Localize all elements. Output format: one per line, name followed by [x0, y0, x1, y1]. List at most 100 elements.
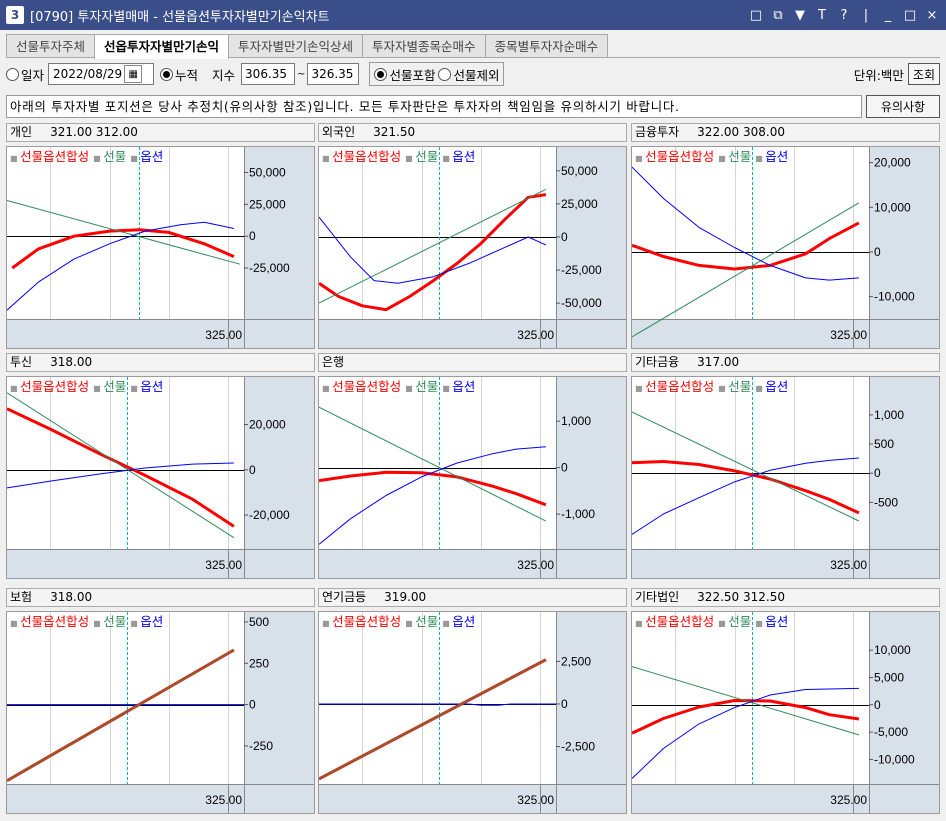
tab-futures-investor[interactable]: 선물투자주체: [6, 34, 96, 58]
legend-futures: 선물: [415, 379, 442, 394]
y-tick-label: 5,000: [874, 671, 904, 685]
notice-text: 아래의 투자자별 포지션은 당사 추정치(유의사항 참조)입니다. 모든 투자판…: [6, 95, 862, 118]
y-axis-area: [869, 612, 939, 813]
series-overlap: [7, 648, 235, 782]
maximize-icon[interactable]: □: [902, 8, 918, 23]
y-tick-label: -25,000: [249, 261, 290, 275]
y-tick-label: 0: [874, 698, 881, 712]
y-tick-label: 0: [561, 230, 568, 244]
series-options: [319, 446, 546, 545]
expiry-pnl-chart: 1,000 0 -1,000 325.00 ■ 선물옵션합성 ■ 선물 ■ 옵션: [319, 377, 626, 578]
header-value: 312.00: [95, 125, 138, 139]
include-futures-radio[interactable]: 선물포함: [374, 65, 435, 84]
tab-expiry-pnl[interactable]: 선옵투자자별만기손익: [94, 34, 230, 59]
chart: 10,000 5,000 0 -5,000 -10,000 325.00 ■ 선물옵션합성 …: [631, 611, 940, 814]
exclude-futures-radio[interactable]: 선물제외: [438, 65, 499, 84]
tab-item-net-buy[interactable]: 종목별투자자순매수: [484, 34, 609, 58]
radio-on-icon: [160, 67, 174, 81]
chart-legend: ■ 선물옵션합성 ■ 선물 ■ 옵션: [322, 379, 475, 394]
chart: 20,000 0 -20,000 325.00 ■ 선물옵션합성 ■ 선물 ■ 옵션: [6, 376, 315, 579]
y-tick-label: 25,000: [561, 197, 598, 211]
series-futures: [7, 392, 235, 539]
chart-legend: ■ 선물옵션합성 ■ 선물 ■ 옵션: [322, 614, 475, 629]
y-tick-label: 250: [249, 656, 269, 670]
legend-futures: 선물: [103, 379, 130, 394]
calendar-icon[interactable]: ▦: [124, 65, 143, 83]
y-tick-label: -5,000: [874, 725, 908, 739]
minimize-icon[interactable]: _: [880, 8, 896, 23]
panel-other-corp: 기타법인 322.50 312.50 10,000 5,000 0 -5,000 -10,…: [631, 588, 940, 814]
legend-options: 옵션: [765, 614, 788, 629]
header-value: 322.50: [697, 590, 740, 604]
legend-combined: 선물옵션합성: [645, 149, 718, 164]
query-button[interactable]: 조회: [907, 63, 940, 85]
x-axis-area: [632, 784, 939, 813]
panel-header: 기타금융 317.00: [631, 353, 940, 372]
tab-investor-net-buy[interactable]: 투자자별종목순매수: [362, 34, 486, 58]
x-tick-label: 325.00: [830, 558, 867, 572]
legend-marker: ■: [10, 619, 20, 628]
legend-combined: 선물옵션합성: [332, 149, 405, 164]
y-tick-label: -250: [249, 739, 273, 753]
link-icon[interactable]: ⧉: [770, 8, 786, 23]
legend-marker: ■: [93, 154, 103, 163]
legend-futures: 선물: [728, 149, 755, 164]
help-icon[interactable]: ?: [836, 8, 852, 23]
legend-futures: 선물: [415, 149, 442, 164]
layout-icon[interactable]: □: [748, 8, 764, 23]
panel-foreign: 외국인 321.50 50,000 25,000 0 -25,000 -50,000 325…: [318, 123, 627, 349]
panel-header: 은행: [318, 353, 627, 372]
series-options: [7, 221, 235, 311]
chart-legend: ■ 선물옵션합성 ■ 선물 ■ 옵션: [10, 149, 163, 164]
panel-title: 연기금등: [322, 590, 367, 604]
legend-marker: ■: [718, 154, 728, 163]
font-icon[interactable]: T: [814, 8, 830, 23]
panel-bank: 은행 1,000 0 -1,000 325.00 ■ 선물옵션합성 ■ 선물 ■ 옵션: [318, 353, 627, 579]
legend-marker: ■: [442, 619, 452, 628]
chart: 50,000 25,000 0 -25,000 -50,000 325.00 ■ 선물옵션합…: [318, 146, 627, 349]
legend-marker: ■: [755, 154, 765, 163]
expiry-pnl-chart: 10,000 5,000 0 -5,000 -10,000 325.00 ■ 선물옵션합성 …: [632, 612, 939, 813]
radio-off-icon: [6, 67, 19, 81]
y-tick-label: 0: [561, 697, 568, 711]
expiry-pnl-chart: 20,000 0 -20,000 325.00 ■ 선물옵션합성 ■ 선물 ■ 옵션: [7, 377, 314, 578]
chart: 1,000 0 -1,000 325.00 ■ 선물옵션합성 ■ 선물 ■ 옵션: [318, 376, 627, 579]
x-axis-area: [7, 319, 314, 348]
legend-marker: ■: [10, 154, 20, 163]
chart: 20,000 10,000 0 -10,000 325.00 ■ 선물옵션합성 ■ 선물 …: [631, 146, 940, 349]
y-tick-label: 0: [249, 229, 256, 243]
index-to-field[interactable]: 326.35: [307, 63, 360, 85]
legend-combined: 선물옵션합성: [332, 614, 405, 629]
panel-header: 보험 318.00: [6, 588, 315, 607]
header-value: 321.50: [373, 125, 416, 139]
date-field[interactable]: 2022/08/29 ▦: [48, 63, 155, 85]
series-futures: [319, 406, 547, 522]
pin-icon[interactable]: ▼: [792, 8, 808, 23]
legend-marker: ■: [322, 619, 332, 628]
y-tick-label: -500: [874, 495, 898, 509]
chart: 500 250 0 -250 325.00 ■ 선물옵션합성 ■ 선물 ■ 옵션: [6, 611, 315, 814]
unit-label: 단위:백만: [853, 67, 904, 83]
legend-marker: ■: [322, 384, 332, 393]
close-icon[interactable]: ×: [924, 8, 940, 23]
y-axis-area: [556, 377, 626, 578]
tab-expiry-pnl-detail[interactable]: 투자자별만기손익상세: [228, 34, 364, 58]
daily-radio[interactable]: 일자: [6, 65, 44, 84]
legend-options: 옵션: [452, 379, 475, 394]
legend-marker: ■: [755, 384, 765, 393]
legend-marker: ■: [635, 384, 645, 393]
radio-on-icon: [374, 67, 388, 81]
legend-combined: 선물옵션합성: [20, 614, 93, 629]
y-tick-label: -50,000: [561, 296, 602, 310]
x-tick-label: 325.00: [830, 328, 867, 342]
series-combined: [11, 228, 235, 270]
y-tick-label: 0: [249, 463, 256, 477]
y-tick-label: 500: [874, 437, 894, 451]
cumulative-radio[interactable]: 누적: [160, 65, 198, 84]
panel-title: 개인: [10, 125, 33, 139]
legend-options: 옵션: [765, 149, 788, 164]
notice-button[interactable]: 유의사항: [866, 95, 940, 118]
y-tick-label: -2,500: [561, 740, 595, 754]
index-from-field[interactable]: 306.35: [241, 63, 296, 85]
daily-label: 일자: [21, 67, 45, 83]
